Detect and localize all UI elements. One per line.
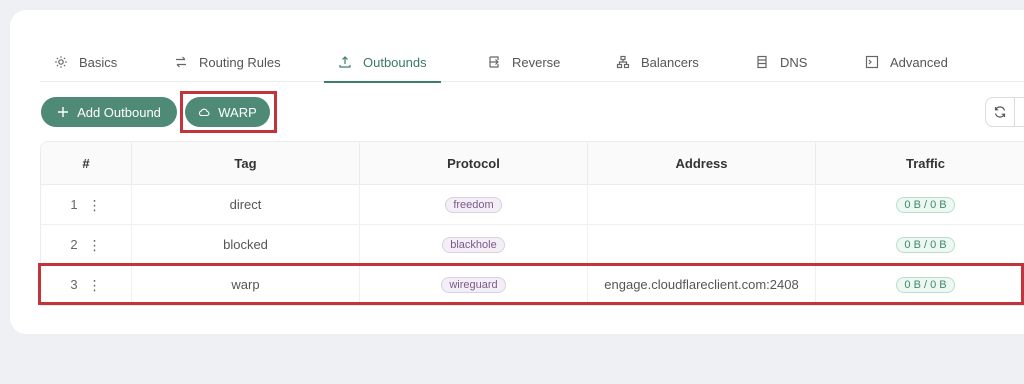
protocol-badge: wireguard	[441, 276, 506, 293]
tab-label: Advanced	[890, 54, 948, 70]
tab-routing-rules[interactable]: Routing Rules	[174, 42, 281, 82]
cloud-icon	[199, 108, 210, 117]
gear-icon	[54, 55, 68, 69]
row-index: 2	[70, 237, 78, 252]
table-row: 1 ⋮ direct freedom 0 B / 0 B	[41, 185, 1024, 225]
header-tag: Tag	[132, 142, 360, 184]
warp-label: WARP	[218, 104, 257, 120]
outbounds-table: # Tag Protocol Address Traffic 1 ⋮ direc…	[40, 141, 1024, 306]
warp-button[interactable]: WARP	[185, 97, 270, 127]
code-icon	[865, 55, 879, 69]
add-outbound-label: Add Outbound	[77, 104, 161, 120]
tab-label: Outbounds	[363, 54, 427, 70]
tab-label: Basics	[79, 54, 118, 70]
row-index: 3	[70, 277, 78, 292]
traffic-badge: 0 B / 0 B	[896, 236, 955, 253]
row-tag: direct	[132, 185, 360, 224]
header-protocol: Protocol	[360, 142, 588, 184]
row-menu-icon[interactable]: ⋮	[88, 278, 102, 292]
tab-advanced[interactable]: Advanced	[865, 42, 948, 82]
return-icon	[487, 55, 501, 69]
tab-label: Balancers	[641, 54, 699, 70]
table-row: 2 ⋮ blocked blackhole 0 B / 0 B	[41, 225, 1024, 265]
traffic-badge: 0 B / 0 B	[896, 196, 955, 213]
row-menu-icon[interactable]: ⋮	[88, 238, 102, 252]
tab-outbounds[interactable]: Outbounds	[324, 42, 441, 83]
add-outbound-button[interactable]: Add Outbound	[41, 97, 177, 127]
header-index: #	[41, 142, 132, 184]
tab-dns[interactable]: DNS	[755, 42, 807, 82]
database-icon	[755, 55, 769, 69]
table-header: # Tag Protocol Address Traffic	[41, 142, 1024, 185]
tab-reverse[interactable]: Reverse	[487, 42, 560, 82]
tab-label: Routing Rules	[199, 54, 281, 70]
swap-icon	[174, 55, 188, 69]
tab-basics[interactable]: Basics	[54, 42, 117, 82]
table-row: 3 ⋮ warp wireguard engage.cloudflareclie…	[41, 265, 1024, 305]
tab-bar: Basics Routing Rules Outbounds Reverse B…	[40, 42, 1024, 83]
header-traffic: Traffic	[816, 142, 1024, 184]
protocol-badge: freedom	[445, 196, 502, 213]
row-address: engage.cloudflareclient.com:2408	[588, 265, 816, 304]
row-tag: warp	[132, 265, 360, 304]
tab-label: Reverse	[512, 54, 561, 70]
refresh-icon	[994, 106, 1006, 118]
row-index: 1	[70, 197, 78, 212]
tab-label: DNS	[780, 54, 808, 70]
upload-icon	[338, 55, 352, 69]
plus-icon	[58, 107, 69, 117]
more-options-button[interactable]	[1014, 97, 1024, 127]
row-address	[588, 185, 816, 224]
protocol-badge: blackhole	[442, 236, 505, 253]
header-address: Address	[588, 142, 816, 184]
tab-balancers[interactable]: Balancers	[616, 42, 699, 82]
refresh-button[interactable]	[985, 97, 1015, 127]
cluster-icon	[616, 55, 630, 69]
row-menu-icon[interactable]: ⋮	[88, 198, 102, 212]
traffic-badge: 0 B / 0 B	[896, 276, 955, 293]
row-tag: blocked	[132, 225, 360, 264]
row-address	[588, 225, 816, 264]
